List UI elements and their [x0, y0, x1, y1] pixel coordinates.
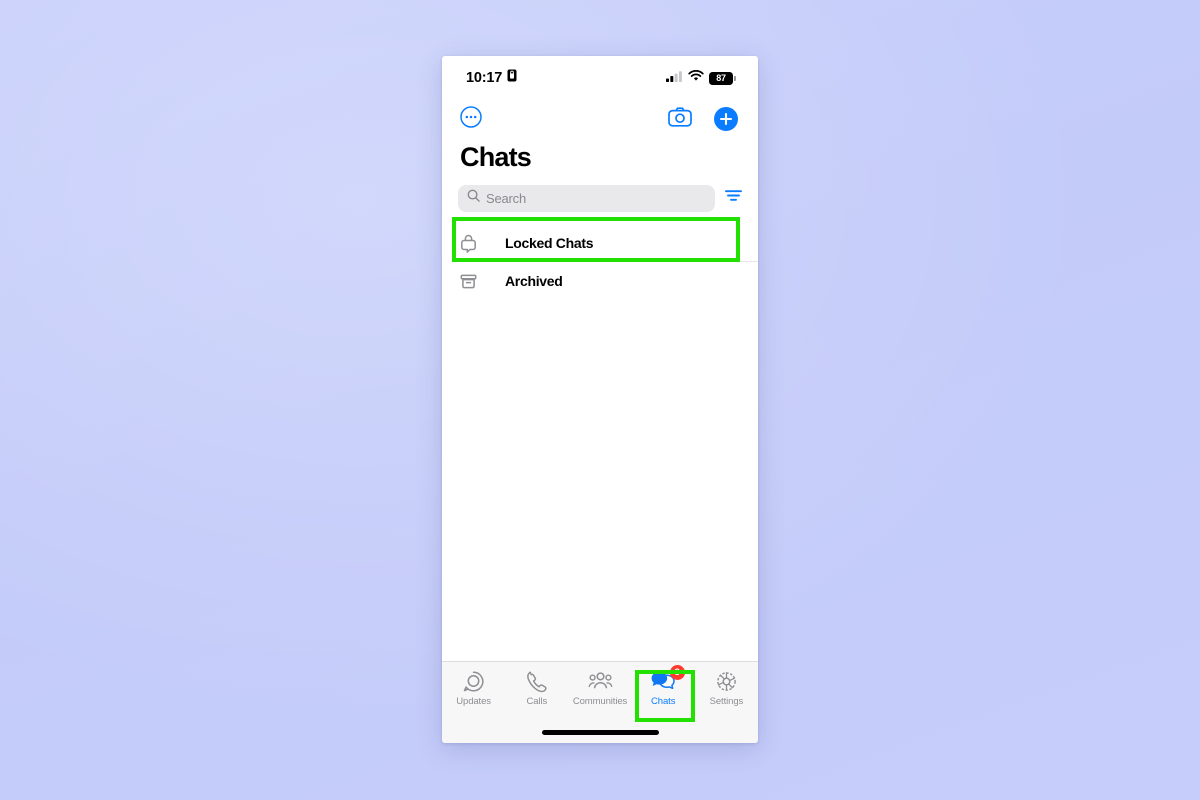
status-bar-left: 10:17 [466, 69, 517, 87]
tab-updates[interactable]: Updates [442, 669, 505, 707]
status-bar-right: 87 [666, 69, 736, 87]
tab-chats[interactable]: 3 Chats [632, 665, 695, 707]
tab-label: Updates [456, 696, 491, 707]
lock-chat-icon [460, 234, 486, 253]
top-navigation-bar [442, 100, 758, 138]
list-item-locked-chats[interactable]: Locked Chats [442, 224, 758, 262]
battery-level: 87 [716, 72, 726, 83]
search-row: Search [442, 181, 758, 215]
status-time: 10:17 [466, 70, 503, 86]
home-indicator[interactable] [541, 729, 659, 735]
page-title: Chats [460, 142, 532, 172]
tab-communities[interactable]: Communities [568, 669, 631, 707]
tab-settings[interactable]: Settings [695, 669, 758, 707]
list-item-label: Archived [505, 273, 563, 289]
status-updates-icon [462, 669, 485, 693]
status-bar: 10:17 87 [442, 56, 758, 100]
tab-label: Communities [572, 696, 628, 707]
chat-bubbles-icon: 3 [651, 665, 685, 693]
more-circle-icon[interactable] [460, 105, 482, 133]
cellular-signal-icon [666, 69, 683, 87]
chat-list: Locked Chats Archived [442, 215, 758, 661]
archive-box-icon [460, 273, 486, 290]
search-input[interactable]: Search [458, 184, 715, 212]
tab-calls[interactable]: Calls [505, 669, 568, 707]
search-placeholder-text: Search [486, 190, 526, 206]
list-item-label: Locked Chats [505, 235, 594, 251]
battery-icon: 87 [709, 71, 736, 85]
tab-label: Chats [651, 696, 676, 707]
filter-icon[interactable] [725, 189, 742, 207]
top-nav-actions [668, 106, 738, 132]
wifi-icon [688, 69, 704, 87]
phone-icon [526, 669, 547, 693]
tab-label: Calls [526, 696, 548, 707]
communities-icon [588, 669, 613, 693]
bottom-tab-bar: Updates Calls Communities 3 Chats Settin… [442, 661, 758, 721]
home-indicator-area [442, 721, 758, 743]
plus-icon [719, 112, 733, 126]
tab-label: Settings [709, 696, 744, 707]
camera-icon[interactable] [668, 106, 692, 132]
list-item-archived[interactable]: Archived [442, 262, 758, 300]
phone-screen: 10:17 87 Chats Search Locked Chats Archi… [442, 56, 758, 743]
gear-icon [715, 669, 738, 693]
lock-portrait-icon [507, 69, 517, 87]
new-chat-button[interactable] [714, 107, 738, 131]
search-icon [467, 189, 480, 207]
tab-badge: 3 [669, 665, 685, 680]
